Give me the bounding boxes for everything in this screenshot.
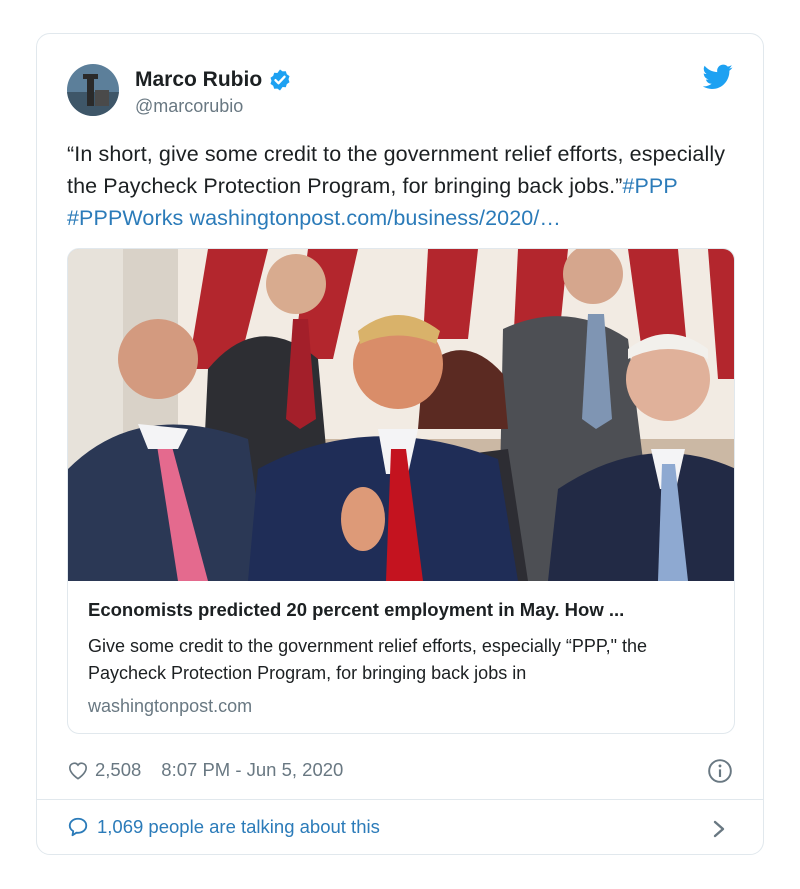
heart-icon — [68, 762, 88, 780]
hashtag-ppp-link[interactable]: #PPP — [622, 174, 677, 198]
tweet-meta-row: 2,508 8:07 PM - Jun 5, 2020 — [67, 759, 343, 781]
speech-bubble-icon — [68, 817, 88, 837]
tweet-timestamp[interactable]: 8:07 PM - Jun 5, 2020 — [161, 759, 343, 781]
hashtag-pppworks-link[interactable]: #PPPWorks — [67, 206, 183, 230]
author-name: Marco Rubio — [135, 68, 263, 91]
twitter-bird-icon[interactable] — [703, 64, 733, 90]
avatar[interactable] — [67, 64, 119, 116]
author-name-link[interactable]: Marco Rubio — [135, 68, 292, 92]
link-card-description: Give some credit to the government relie… — [88, 636, 647, 683]
verified-badge-icon — [270, 69, 290, 91]
conversation-link[interactable]: 1,069 people are talking about this — [67, 816, 380, 838]
link-card-domain: washingtonpost.com — [88, 696, 253, 716]
tweet-text: “In short, give some credit to the gover… — [67, 138, 739, 234]
avatar-image — [67, 64, 119, 116]
conversation-count-text: 1,069 people are talking about this — [97, 816, 380, 837]
article-photo — [68, 249, 734, 581]
like-button[interactable]: 2,508 — [67, 759, 141, 781]
link-preview-card[interactable]: Economists predicted 20 percent employme… — [67, 248, 735, 734]
divider — [37, 799, 763, 800]
author-handle[interactable]: @marcorubio — [135, 96, 243, 117]
info-icon[interactable] — [707, 758, 733, 784]
chevron-right-icon[interactable] — [711, 818, 727, 840]
like-count: 2,508 — [95, 759, 142, 780]
embedded-tweet-card: Marco Rubio @marcorubio “In short, give … — [36, 33, 764, 855]
article-url-link[interactable]: washingtonpost.com/business/2020/… — [189, 206, 561, 230]
link-card-title: Economists predicted 20 percent employme… — [88, 599, 625, 620]
